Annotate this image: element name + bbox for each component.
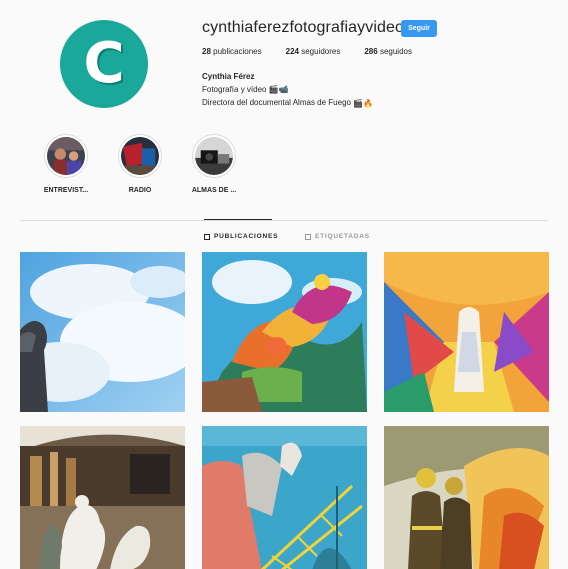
profile-page: C cynthiaferezfotografiayvideo Seguir 28… bbox=[8, 6, 560, 569]
highlight-label: ALMAS DE ... bbox=[191, 187, 237, 194]
profile-stats: 28 publicaciones 224 seguidores 286 segu… bbox=[202, 47, 412, 56]
tag-icon bbox=[305, 233, 311, 240]
bio-line-2: Directora del documental Almas de Fuego … bbox=[202, 96, 373, 109]
stat-posts: 28 publicaciones bbox=[202, 47, 262, 56]
profile-bio: Cynthia Férez Fotografía y vídeo 🎬📹 Dire… bbox=[202, 70, 373, 110]
highlight-radio[interactable]: RADIO bbox=[108, 134, 172, 194]
highlight-ring bbox=[44, 134, 88, 178]
stat-followers-label: seguidores bbox=[301, 47, 341, 56]
stat-following-count: 286 bbox=[364, 47, 378, 56]
profile-username: cynthiaferezfotografiayvideo bbox=[202, 19, 405, 36]
background-watermark bbox=[496, 452, 560, 526]
bio-name: Cynthia Férez bbox=[202, 72, 255, 81]
highlight-cover-image bbox=[47, 137, 85, 175]
tab-publicaciones-label: PUBLICACIONES bbox=[214, 233, 279, 240]
highlight-cover-image bbox=[195, 137, 233, 175]
stat-following-label: seguidos bbox=[379, 47, 412, 56]
post-thumbnail[interactable] bbox=[202, 426, 367, 569]
post-image-worker-scaffold bbox=[202, 426, 367, 569]
avatar-letter: C bbox=[83, 31, 125, 96]
stat-posts-label: publicaciones bbox=[213, 47, 262, 56]
highlight-ring bbox=[192, 134, 236, 178]
tab-etiquetadas[interactable]: ETIQUETADAS bbox=[305, 233, 370, 240]
highlight-label: RADIO bbox=[128, 187, 152, 194]
post-image-falla-sculpture bbox=[202, 252, 367, 412]
active-tab-indicator bbox=[204, 219, 272, 220]
tab-publicaciones[interactable]: PUBLICACIONES bbox=[204, 233, 278, 240]
tab-etiquetadas-label: ETIQUETADAS bbox=[315, 233, 370, 240]
highlight-entrevistas[interactable]: ENTREVIST... bbox=[34, 134, 98, 194]
stat-following[interactable]: 286 seguidos bbox=[364, 47, 412, 56]
stat-followers-count: 224 bbox=[285, 47, 299, 56]
grid-icon bbox=[204, 233, 210, 240]
stat-followers[interactable]: 224 seguidores bbox=[286, 47, 341, 56]
post-image-workshop-figures bbox=[20, 426, 185, 569]
follow-button[interactable]: Seguir bbox=[401, 20, 437, 37]
tabs-divider bbox=[20, 220, 548, 221]
bio-line-1: Fotografía y vídeo 🎬📹 bbox=[202, 83, 373, 96]
bio-line-1-emoji: 🎬📹 bbox=[268, 85, 289, 95]
highlight-ring bbox=[118, 134, 162, 178]
stat-posts-count: 28 bbox=[202, 47, 211, 56]
bio-line-2-text: Directora del documental Almas de Fuego bbox=[202, 98, 351, 108]
post-thumbnail[interactable] bbox=[20, 252, 185, 412]
post-thumbnail[interactable] bbox=[20, 426, 185, 569]
highlight-cover-image bbox=[121, 137, 159, 175]
post-image-statue-sky bbox=[20, 252, 185, 412]
profile-avatar[interactable]: C bbox=[60, 20, 148, 108]
highlight-almas-de-fuego[interactable]: ALMAS DE ... bbox=[182, 134, 246, 194]
bio-line-1-text: Fotografía y vídeo bbox=[202, 85, 267, 94]
post-image-colorful-fabrics bbox=[384, 252, 549, 412]
highlight-label: ENTREVIST... bbox=[43, 187, 89, 194]
bio-line-2-emoji: 🎬🔥 bbox=[353, 98, 374, 108]
post-thumbnail[interactable] bbox=[384, 252, 549, 412]
post-thumbnail[interactable] bbox=[202, 252, 367, 412]
